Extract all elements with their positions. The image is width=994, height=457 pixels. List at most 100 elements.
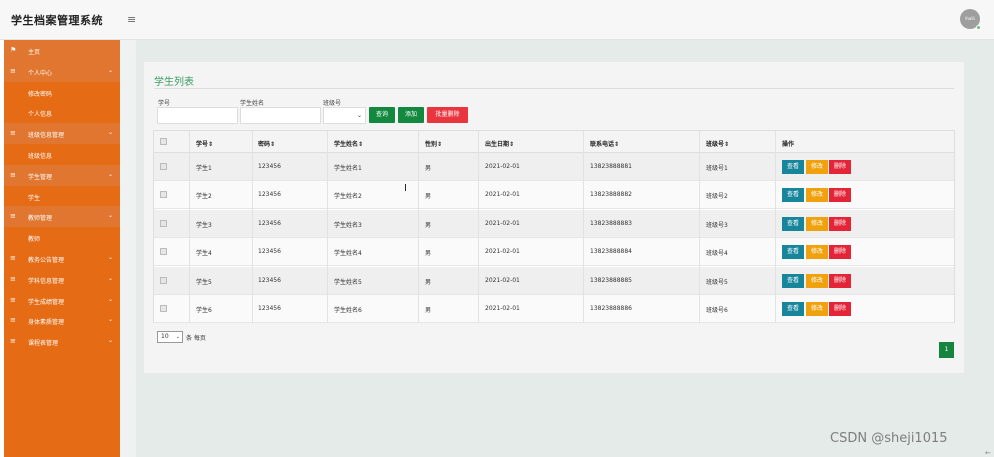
- table-cell: 123456: [258, 163, 281, 170]
- query-button[interactable]: 查询: [369, 107, 395, 123]
- edit-button[interactable]: 修改: [806, 302, 828, 316]
- sidebar-item-label: 班级信息管理: [28, 132, 65, 140]
- view-button[interactable]: 查看: [782, 188, 804, 203]
- view-button[interactable]: 查看: [782, 160, 804, 174]
- view-button[interactable]: 查看: [782, 273, 804, 288]
- sidebar-item-6[interactable]: ≡ 学生管理 ⌄: [4, 164, 120, 186]
- select-all-checkbox[interactable]: [160, 138, 167, 145]
- column-divider: [418, 131, 419, 322]
- edit-button[interactable]: 修改: [806, 245, 828, 260]
- sidebar-item-label: 个人信息: [28, 111, 53, 119]
- sidebar-item-label: 学生: [28, 194, 41, 202]
- sidebar-item-9[interactable]: 教师: [4, 227, 120, 249]
- sidebar-item-label: 主页: [28, 49, 41, 56]
- sidebar-item-12[interactable]: ≡ 学生成绩管理 ⌄: [4, 289, 120, 311]
- row-checkbox[interactable]: [160, 276, 167, 284]
- edit-button[interactable]: 修改: [806, 216, 828, 231]
- column-header[interactable]: 出生日期⇕: [485, 139, 514, 148]
- row-checkbox[interactable]: [160, 219, 167, 227]
- menu-icon: ≡: [10, 295, 16, 304]
- table-cell: 男: [425, 307, 432, 314]
- edit-button[interactable]: 修改: [806, 273, 828, 288]
- view-button[interactable]: 查看: [782, 216, 804, 231]
- table-row: 学生6 123456 学生姓名6 男 2021-02-01 13823888886 班级号6…: [154, 295, 954, 323]
- sidebar-item-14[interactable]: ≡ 课程表管理 ⌄: [4, 331, 120, 353]
- table-cell: 班级号2: [706, 193, 728, 201]
- page-button-current[interactable]: 1: [939, 342, 954, 358]
- table-cell: 男: [425, 278, 432, 286]
- menu-toggle-icon[interactable]: ≡: [127, 13, 136, 26]
- table-cell: 2021-02-01: [485, 248, 520, 256]
- batch-delete-button[interactable]: 批量删除: [427, 107, 468, 123]
- column-header[interactable]: 联系电话⇕: [590, 139, 619, 148]
- sidebar-item-label: 学生管理: [28, 173, 53, 181]
- class-select[interactable]: ⌄: [323, 107, 366, 124]
- view-button[interactable]: 查看: [782, 302, 804, 316]
- row-checkbox[interactable]: [160, 163, 167, 170]
- sidebar-item-11[interactable]: ≡ 学科信息管理 ⌄: [4, 268, 120, 290]
- page-title: 学生列表: [154, 77, 194, 88]
- chevron-down-icon: ⌄: [175, 334, 180, 340]
- column-header[interactable]: 操作: [782, 139, 794, 148]
- page-size-select[interactable]: 10 ⌄: [157, 331, 183, 343]
- sidebar-item-4[interactable]: ≡ 班级信息管理 ⌄: [4, 123, 120, 145]
- table-cell: 123456: [258, 276, 281, 284]
- table-cell: 班级号5: [706, 278, 728, 286]
- table-cell: 班级号1: [706, 165, 728, 172]
- menu-icon: ≡: [10, 254, 16, 262]
- table-cell: 13823888886: [590, 305, 632, 312]
- table-cell: 123456: [258, 191, 281, 199]
- sidebar-item-label: 教务公告管理: [28, 257, 65, 264]
- xuehao-input[interactable]: [157, 107, 238, 124]
- view-button[interactable]: 查看: [782, 245, 804, 260]
- row-checkbox[interactable]: [160, 305, 167, 312]
- delete-button[interactable]: 删除: [829, 216, 851, 231]
- table-cell: 2021-02-01: [485, 305, 520, 312]
- column-header[interactable]: 密码⇕: [258, 139, 275, 148]
- table-row: 学生1 123456 学生姓名1 男 2021-02-01 13823888881 班级号1…: [154, 153, 954, 181]
- table-cell: 男: [425, 221, 432, 229]
- table-cell: 2021-02-01: [485, 163, 520, 170]
- column-header[interactable]: 班级号⇕: [706, 139, 729, 148]
- column-header[interactable]: 学生姓名⇕: [334, 139, 363, 148]
- table-cell: 13823888884: [590, 248, 632, 256]
- top-bar: 学生档案管理系统 ≡ lhalli: [0, 0, 994, 40]
- table-cell: 13823888883: [590, 219, 632, 227]
- sidebar-item-label: 身体素质管理: [28, 319, 65, 327]
- table-cell: 2021-02-01: [485, 191, 520, 199]
- table-cell: 123456: [258, 305, 281, 312]
- menu-icon: ≡: [10, 212, 16, 221]
- sidebar-item-label: 班级信息: [28, 153, 53, 160]
- menu-icon: ≡: [10, 274, 16, 283]
- edit-button[interactable]: 修改: [806, 188, 828, 203]
- sidebar-item-10[interactable]: ≡ 教务公告管理 ⌄: [4, 248, 120, 269]
- row-checkbox[interactable]: [160, 248, 167, 256]
- table-cell: 学生姓名4: [334, 250, 362, 258]
- delete-button[interactable]: 删除: [829, 160, 851, 174]
- delete-button[interactable]: 删除: [829, 302, 851, 316]
- column-header[interactable]: 学号⇕: [196, 139, 213, 148]
- add-button[interactable]: 添加: [398, 107, 424, 123]
- sidebar-item-3[interactable]: 个人信息: [4, 102, 120, 124]
- sidebar-item-13[interactable]: ≡ 身体素质管理 ⌄: [4, 310, 120, 332]
- edit-button[interactable]: 修改: [806, 160, 828, 174]
- sidebar-item-7[interactable]: 学生: [4, 185, 120, 207]
- page-size-value: 10: [161, 333, 169, 340]
- table-cell: 13823888885: [590, 276, 632, 284]
- sidebar-item-0[interactable]: ⚑ 主页: [4, 40, 120, 61]
- student-name-input[interactable]: [240, 107, 321, 124]
- sidebar-item-label: 学科信息管理: [28, 277, 65, 285]
- sidebar-item-2[interactable]: 修改密码: [4, 81, 120, 103]
- delete-button[interactable]: 删除: [829, 188, 851, 203]
- sidebar-item-5[interactable]: 班级信息: [4, 144, 120, 165]
- table-cell: 学生1: [196, 165, 212, 172]
- sidebar-item-8[interactable]: ≡ 教师管理 ⌄: [4, 206, 120, 228]
- sidebar-item-1[interactable]: ≡ 个人中心 ⌄: [4, 60, 120, 82]
- delete-button[interactable]: 删除: [829, 245, 851, 260]
- column-header[interactable]: 性别⇕: [425, 139, 442, 148]
- table-cell: 学生3: [196, 221, 212, 229]
- row-checkbox[interactable]: [160, 191, 167, 199]
- column-divider: [478, 131, 479, 322]
- sidebar-item-label: 教师管理: [28, 215, 53, 223]
- delete-button[interactable]: 删除: [829, 273, 851, 288]
